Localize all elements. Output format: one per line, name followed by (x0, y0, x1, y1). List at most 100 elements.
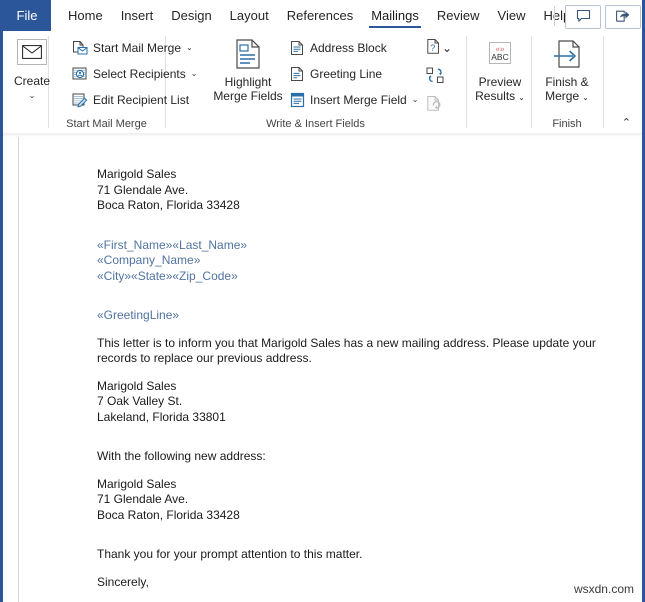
greeting-line-icon (288, 65, 306, 83)
select-recipients-button[interactable]: Select Recipients ⌄ (71, 63, 197, 85)
preview-results-button[interactable]: «» ABC Preview Results ⌄ (474, 35, 526, 105)
select-recipients-icon (71, 65, 89, 83)
text-line: Boca Raton, Florida 33428 (97, 198, 240, 212)
greeting-line-button[interactable]: Greeting Line (288, 63, 382, 85)
chevron-down-icon: ⌄ (411, 95, 419, 104)
chevron-down-icon: ⌄ (518, 93, 525, 102)
share-button[interactable] (605, 5, 641, 29)
paragraph-body-intro: This letter is to inform you that Marigo… (97, 336, 617, 367)
paragraph-new-address: Marigold Sales 71 Glendale Ave. Boca Rat… (97, 477, 617, 524)
tab-layout-label: Layout (229, 8, 269, 23)
create-button[interactable]: Create ⌄ (10, 35, 54, 121)
merge-field-line: «First_Name»«Last_Name» (97, 237, 248, 252)
text-line: Marigold Sales (97, 167, 177, 181)
paragraph-new-address-leadin: With the following new address: (97, 449, 617, 465)
tab-references[interactable]: References (278, 0, 362, 31)
envelope-icon (17, 39, 47, 65)
start-mail-merge-label: Start Mail Merge (93, 41, 182, 55)
select-recipients-label: Select Recipients (93, 67, 186, 81)
tab-list: Home Insert Design Layout References Mai… (59, 0, 579, 31)
paragraph-merge-address-fields: «First_Name»«Last_Name» «Company_Name» «… (97, 238, 617, 285)
tab-design[interactable]: Design (162, 0, 220, 31)
paragraph-greeting-line-field: «GreetingLine» (97, 308, 617, 324)
tab-view-label: View (497, 8, 526, 23)
collapse-ribbon-button[interactable]: ⌃ (618, 114, 635, 131)
merge-field-line: «GreetingLine» (97, 308, 180, 322)
text-line: 7 Oak Valley St. (97, 394, 183, 408)
merge-field-line: «Company_Name» (97, 253, 201, 267)
rules-button[interactable]: ? ⌄ (426, 38, 452, 58)
text-line: Lakeland, Florida 33801 (97, 409, 226, 424)
tab-view[interactable]: View (489, 0, 535, 31)
document-scroll-area[interactable]: Marigold Sales 71 Glendale Ave. Boca Rat… (3, 133, 642, 602)
finish-and-merge-label-line1: Finish & (545, 75, 589, 89)
text-line: Marigold Sales (97, 476, 177, 491)
preview-results-label-line1: Preview (478, 75, 522, 89)
finish-and-merge-icon (551, 37, 583, 71)
group-divider-finish (603, 36, 604, 128)
highlight-merge-fields-label-line2: Merge Fields (213, 89, 283, 103)
address-block-label: Address Block (310, 41, 387, 55)
svg-text:?: ? (430, 43, 435, 53)
chevron-down-icon: ⌄ (582, 93, 589, 102)
tab-insert[interactable]: Insert (112, 0, 163, 31)
group-label-finish: Finish (552, 118, 582, 130)
tab-home-label: Home (68, 8, 103, 23)
create-chevron-down-icon[interactable]: ⌄ (29, 92, 36, 100)
text-line: Thank you for your prompt attention to t… (97, 547, 363, 561)
highlight-merge-fields-label-line1: Highlight (224, 75, 272, 89)
paragraph-thank-you: Thank you for your prompt attention to t… (97, 547, 617, 563)
share-icon (615, 8, 631, 26)
edit-recipient-list-icon (71, 91, 89, 109)
text-line: This letter is to inform you that Marigo… (97, 335, 596, 366)
highlight-merge-fields-icon (234, 37, 262, 71)
rules-icon: ? (426, 38, 442, 58)
insert-merge-field-label: Insert Merge Field (310, 93, 407, 107)
match-fields-icon (426, 67, 445, 87)
document-page[interactable]: Marigold Sales 71 Glendale Ave. Boca Rat… (19, 137, 642, 602)
watermark-label: wsxdn.com (573, 582, 634, 596)
word-application-window: File Home Insert Design Layout Reference… (0, 0, 645, 602)
finish-and-merge-button[interactable]: Finish & Merge ⌄ (537, 35, 597, 105)
create-label: Create (13, 74, 51, 88)
preview-results-abc-icon: «» ABC (484, 37, 516, 71)
svg-text:ABC: ABC (491, 52, 508, 62)
edit-recipient-list-label: Edit Recipient List (93, 93, 190, 107)
highlight-merge-fields-button[interactable]: Highlight Merge Fields (210, 35, 286, 103)
text-line: Sincerely, (97, 574, 149, 589)
tab-layout[interactable]: Layout (221, 0, 278, 31)
group-label-write-insert-fields: Write & Insert Fields (266, 118, 365, 130)
group-divider-preview (531, 36, 532, 128)
text-line: 71 Glendale Ave. (97, 182, 189, 197)
tab-design-label: Design (171, 8, 212, 23)
insert-merge-field-button[interactable]: Insert Merge Field ⌄ (288, 89, 418, 111)
match-fields-button[interactable] (426, 67, 445, 87)
address-block-button[interactable]: Address Block (288, 37, 387, 59)
update-labels-button[interactable] (426, 95, 443, 115)
paragraph-previous-address: Marigold Sales 7 Oak Valley St. Lakeland… (97, 379, 617, 426)
start-mail-merge-icon (71, 39, 89, 57)
comments-button[interactable] (565, 5, 601, 29)
tab-home[interactable]: Home (59, 0, 112, 31)
text-line: Boca Raton, Florida 33428 (97, 507, 240, 522)
tab-mailings-label: Mailings (371, 8, 419, 23)
address-block-icon (288, 39, 306, 57)
document-body[interactable]: Marigold Sales 71 Glendale Ave. Boca Rat… (97, 167, 617, 602)
text-line: With the following new address: (97, 449, 266, 463)
comment-bubble-icon (576, 9, 591, 26)
paragraph-sender-address: Marigold Sales 71 Glendale Ave. Boca Rat… (97, 167, 617, 214)
tab-file-label: File (16, 8, 38, 23)
tab-mailings[interactable]: Mailings (362, 0, 428, 31)
insert-merge-field-icon (288, 91, 306, 109)
group-divider-write-insert (466, 36, 467, 128)
edit-recipient-list-button[interactable]: Edit Recipient List (71, 89, 189, 111)
chevron-down-icon: ⌄ (190, 69, 198, 78)
ribbon: Create ⌄ Start Mail Merge ⌄ Select Recip… (3, 31, 642, 134)
tab-review[interactable]: Review (428, 0, 489, 31)
start-mail-merge-button[interactable]: Start Mail Merge ⌄ (71, 37, 193, 59)
tab-file[interactable]: File (3, 0, 51, 31)
